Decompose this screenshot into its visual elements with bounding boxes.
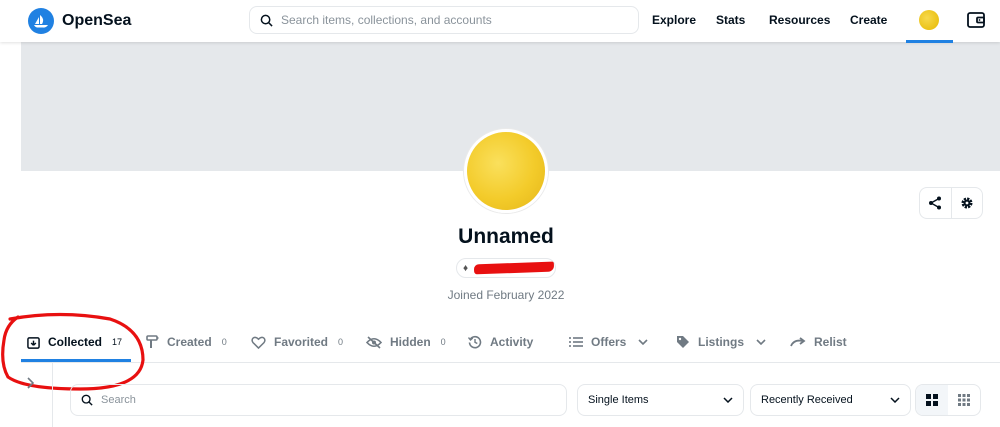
collected-icon <box>27 336 40 349</box>
paint-brush-icon <box>146 335 159 348</box>
share-icon <box>929 196 942 210</box>
tab-created[interactable]: Created 0 <box>146 325 227 359</box>
joined-date: Joined February 2022 <box>447 288 565 302</box>
profile-avatar <box>464 129 548 213</box>
history-icon <box>468 335 482 349</box>
wallet-address[interactable]: ♦ <box>456 258 556 278</box>
tab-label: Created <box>167 335 212 349</box>
search-placeholder: Search <box>101 394 136 406</box>
nav-stats[interactable]: Stats <box>716 13 745 27</box>
sidebar-toggle-button[interactable] <box>27 376 35 392</box>
nav-resources[interactable]: Resources <box>769 13 830 27</box>
account-avatar[interactable] <box>919 10 939 30</box>
opensea-logo[interactable]: OpenSea <box>28 8 131 34</box>
tab-label: Favorited <box>274 335 329 349</box>
chevron-down-icon <box>890 397 900 403</box>
tab-activity[interactable]: Activity <box>468 325 533 359</box>
sidebar-divider <box>52 363 53 427</box>
active-nav-indicator <box>906 40 953 43</box>
heart-icon <box>251 336 266 349</box>
brand-name: OpenSea <box>62 12 132 29</box>
chevron-down-icon <box>638 339 648 345</box>
tab-count: 0 <box>338 337 344 347</box>
tab-label: Listings <box>698 335 745 349</box>
top-navbar: OpenSea Search items, collections, and a… <box>0 0 1000 43</box>
chevron-right-icon <box>27 377 35 389</box>
tag-icon <box>677 336 689 348</box>
list-icon <box>569 337 583 347</box>
tab-listings[interactable]: Listings <box>676 325 766 359</box>
item-type-value: Single Items <box>588 394 649 406</box>
tab-relist[interactable]: Relist <box>790 325 847 359</box>
redo-icon <box>790 337 806 347</box>
chevron-down-icon <box>723 397 733 403</box>
opensea-logo-icon <box>28 8 54 34</box>
large-grid-icon <box>926 394 938 406</box>
profile-actions <box>919 187 983 219</box>
sort-value: Recently Received <box>761 394 853 406</box>
tab-count: 0 <box>440 337 446 347</box>
search-icon <box>81 394 93 406</box>
item-type-select[interactable]: Single Items <box>577 384 744 416</box>
large-grid-button[interactable] <box>916 385 948 415</box>
profile-name: Unnamed <box>458 225 554 248</box>
settings-button[interactable] <box>950 188 982 218</box>
tab-hidden[interactable]: Hidden 0 <box>366 325 446 359</box>
ethereum-icon: ♦ <box>463 262 469 274</box>
chevron-down-icon <box>756 339 766 345</box>
tab-label: Activity <box>490 335 534 349</box>
tab-count: 17 <box>112 337 123 347</box>
gear-icon <box>961 197 973 209</box>
tab-collected[interactable]: Collected 17 <box>27 325 122 359</box>
search-icon <box>260 14 273 27</box>
grid-view-toggle <box>915 384 981 416</box>
sort-select[interactable]: Recently Received <box>750 384 911 416</box>
eye-off-icon <box>366 335 382 349</box>
tab-favorited[interactable]: Favorited 0 <box>251 325 343 359</box>
redacted-address <box>473 261 555 275</box>
small-grid-icon <box>958 394 970 406</box>
search-placeholder: Search items, collections, and accounts <box>281 13 492 27</box>
nav-create[interactable]: Create <box>850 13 887 27</box>
tab-label: Relist <box>814 335 847 349</box>
items-search-input[interactable]: Search <box>70 384 567 416</box>
share-button[interactable] <box>920 188 951 218</box>
global-search-input[interactable]: Search items, collections, and accounts <box>249 6 639 34</box>
profile-tabs: Collected 17 Created 0 Favorited 0 Hidde… <box>0 325 1000 362</box>
tab-label: Hidden <box>390 335 431 349</box>
tab-label: Collected <box>48 335 103 349</box>
small-grid-button[interactable] <box>948 385 980 415</box>
tab-count: 0 <box>221 337 227 347</box>
wallet-icon[interactable] <box>966 10 986 35</box>
nav-explore[interactable]: Explore <box>652 13 696 27</box>
tabs-divider <box>21 362 1000 363</box>
tab-offers[interactable]: Offers <box>569 325 648 359</box>
tab-label: Offers <box>591 335 627 349</box>
